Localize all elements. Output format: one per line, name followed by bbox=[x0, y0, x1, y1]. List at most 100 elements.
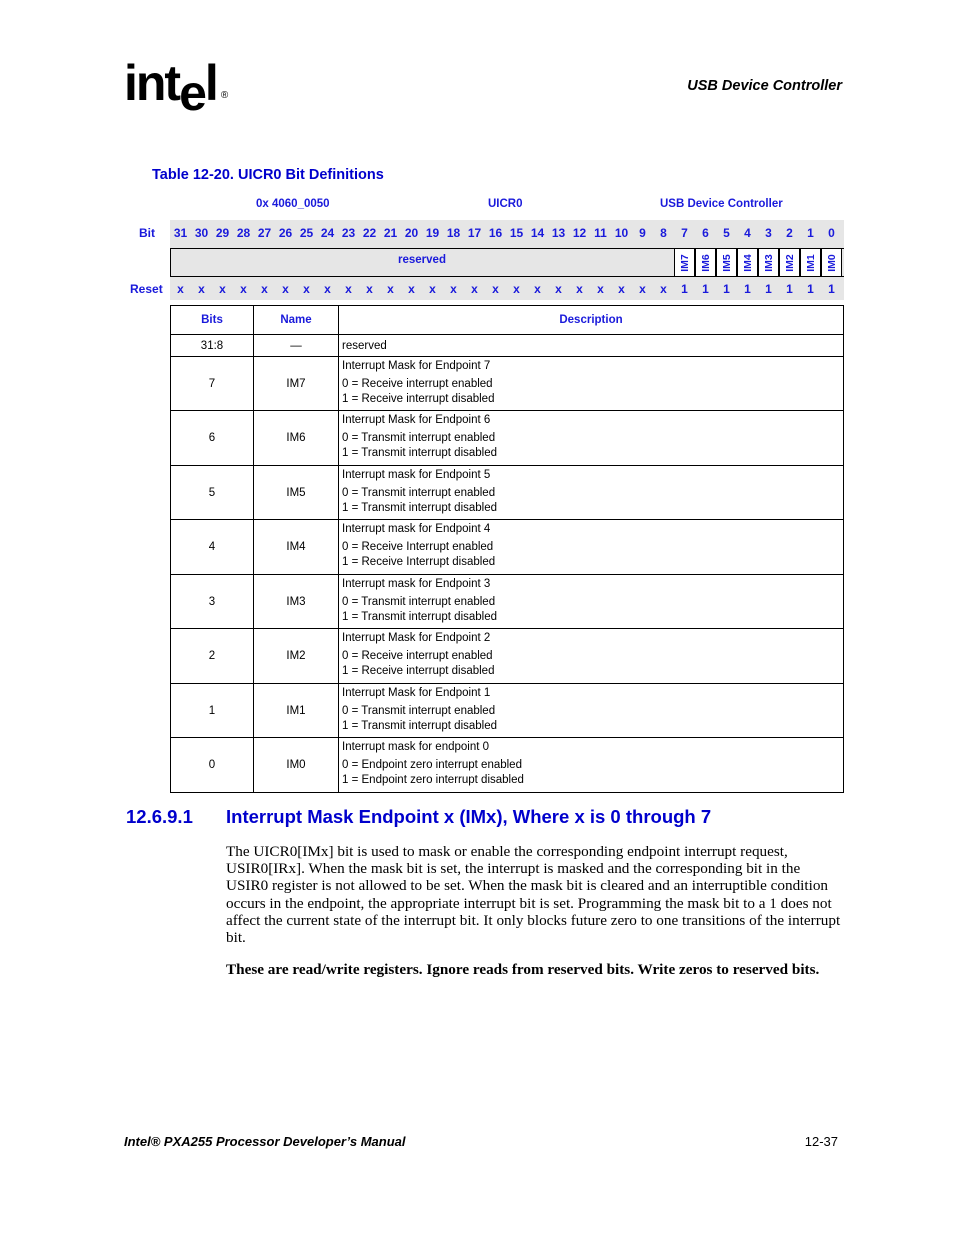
bit-number: 12 bbox=[572, 226, 587, 240]
reset-value: x bbox=[303, 282, 310, 296]
value-0: 0 = Transmit interrupt enabled bbox=[342, 487, 496, 499]
reset-value: 1 bbox=[744, 282, 751, 296]
value-0: 0 = Endpoint zero interrupt enabled bbox=[342, 759, 522, 771]
bit-number: 29 bbox=[215, 226, 230, 240]
bit-number: 7 bbox=[681, 226, 688, 240]
col-header-name: Name bbox=[253, 305, 339, 335]
description-title: Interrupt Mask for Endpoint 7 bbox=[342, 360, 491, 372]
bit-number: 14 bbox=[530, 226, 545, 240]
value-0: 0 = Receive interrupt enabled bbox=[342, 378, 493, 390]
reset-value: x bbox=[660, 282, 667, 296]
reset-value: x bbox=[639, 282, 646, 296]
table-header-row: Bits Name Description bbox=[170, 305, 844, 335]
description-title: Interrupt Mask for Endpoint 2 bbox=[342, 632, 491, 644]
cell-name: — bbox=[253, 334, 339, 357]
cell-description: reserved bbox=[338, 334, 844, 357]
value-1: 1 = Receive interrupt disabled bbox=[342, 392, 495, 405]
description-title: Interrupt mask for Endpoint 3 bbox=[342, 578, 491, 590]
cell-name: IM3 bbox=[253, 574, 339, 629]
description-values: 0 = Endpoint zero interrupt enabled 1 = E… bbox=[342, 758, 843, 787]
reset-value: x bbox=[576, 282, 583, 296]
cell-description: Interrupt mask for Endpoint 3 0 = Transmi… bbox=[338, 574, 844, 629]
reset-value: x bbox=[597, 282, 604, 296]
value-0: 0 = Transmit interrupt enabled bbox=[342, 705, 496, 717]
value-1: 1 = Transmit interrupt disabled bbox=[342, 446, 498, 459]
description-values: 0 = Receive interrupt enabled 1 = Receive… bbox=[342, 377, 843, 406]
bit-definitions-table: Bits Name Description 31:8 — reserved 7 … bbox=[170, 305, 844, 793]
bit-number: 21 bbox=[383, 226, 398, 240]
bit-number: 1 bbox=[807, 226, 814, 240]
cell-bits: 31:8 bbox=[170, 334, 254, 357]
value-1: 1 = Endpoint zero interrupt disabled bbox=[342, 773, 524, 786]
reset-value: 1 bbox=[828, 282, 835, 296]
bit-number: 10 bbox=[614, 226, 629, 240]
description-values: 0 = Receive interrupt enabled 1 = Receive… bbox=[342, 649, 843, 678]
section-paragraph: The UICR0[IMx] bit is used to mask or en… bbox=[226, 843, 841, 947]
bit-number: 16 bbox=[488, 226, 503, 240]
reset-value: x bbox=[450, 282, 457, 296]
table-row: 0 IM0 Interrupt mask for endpoint 0 0 = E… bbox=[170, 737, 844, 793]
logo-text-e: e bbox=[179, 65, 207, 121]
reset-value: 1 bbox=[702, 282, 709, 296]
cell-description: Interrupt Mask for Endpoint 1 0 = Transmi… bbox=[338, 683, 844, 738]
description-values: 0 = Transmit interrupt enabled 1 = Transm… bbox=[342, 704, 843, 733]
running-header: USB Device Controller bbox=[687, 78, 842, 94]
reset-value: x bbox=[513, 282, 520, 296]
cell-bits: 5 bbox=[170, 465, 254, 520]
description-title: Interrupt Mask for Endpoint 1 bbox=[342, 687, 491, 699]
reset-value: x bbox=[492, 282, 499, 296]
bit-number: 23 bbox=[341, 226, 356, 240]
value-0: 0 = Transmit interrupt enabled bbox=[342, 596, 496, 608]
reset-value: x bbox=[198, 282, 205, 296]
bit-number: 15 bbox=[509, 226, 524, 240]
reset-value: x bbox=[366, 282, 373, 296]
cell-name: IM5 bbox=[253, 465, 339, 520]
cell-bits: 2 bbox=[170, 628, 254, 684]
cell-bits: 6 bbox=[170, 410, 254, 466]
reset-value: x bbox=[534, 282, 541, 296]
description-title: Interrupt mask for Endpoint 4 bbox=[342, 523, 491, 535]
bit-number: 5 bbox=[723, 226, 730, 240]
im-field-cell: IM5 bbox=[716, 248, 737, 277]
section-note: These are read/write registers. Ignore r… bbox=[226, 961, 820, 978]
description-values: 0 = Transmit interrupt enabled 1 = Transm… bbox=[342, 486, 843, 515]
table-title: Table 12-20. UICR0 Bit Definitions bbox=[152, 167, 384, 183]
description-values: 0 = Transmit interrupt enabled 1 = Transm… bbox=[342, 431, 843, 460]
reset-row-label: Reset bbox=[130, 282, 163, 296]
bit-number: 20 bbox=[404, 226, 419, 240]
reserved-field: reserved bbox=[398, 254, 446, 266]
cell-description: Interrupt mask for Endpoint 5 0 = Transmi… bbox=[338, 465, 844, 520]
bit-number: 13 bbox=[551, 226, 566, 240]
bit-number: 11 bbox=[594, 226, 607, 240]
bit-number: 22 bbox=[362, 226, 377, 240]
reset-value: x bbox=[471, 282, 478, 296]
register-unit: USB Device Controller bbox=[660, 198, 783, 210]
reset-value: x bbox=[408, 282, 415, 296]
footer-page-number: 12-37 bbox=[804, 1134, 838, 1149]
table-row: 31:8 — reserved bbox=[170, 334, 844, 357]
logo-text: int bbox=[124, 55, 181, 111]
cell-bits: 3 bbox=[170, 574, 254, 629]
reset-value: x bbox=[240, 282, 247, 296]
cell-name: IM6 bbox=[253, 410, 339, 466]
im-field-label: IM5 bbox=[720, 253, 733, 272]
logo-text-l: l bbox=[204, 55, 219, 111]
bit-number: 4 bbox=[744, 226, 751, 240]
reset-value: x bbox=[345, 282, 352, 296]
description-title: Interrupt Mask for Endpoint 6 bbox=[342, 414, 491, 426]
cell-bits: 7 bbox=[170, 356, 254, 411]
bit-number: 2 bbox=[786, 226, 793, 240]
footer-manual-title: Intel® PXA255 Processor Developer’s Manu… bbox=[124, 1134, 406, 1149]
value-0: 0 = Receive interrupt enabled bbox=[342, 650, 493, 662]
cell-name: IM2 bbox=[253, 628, 339, 684]
bit-number: 19 bbox=[425, 226, 440, 240]
bit-row-label: Bit bbox=[139, 226, 155, 240]
cell-description: Interrupt mask for endpoint 0 0 = Endpoin… bbox=[338, 737, 844, 793]
im-field-label: IM2 bbox=[783, 253, 796, 272]
description-values: 0 = Transmit interrupt enabled 1 = Transm… bbox=[342, 595, 843, 624]
reset-value: x bbox=[177, 282, 184, 296]
reset-value: 1 bbox=[681, 282, 688, 296]
section-title: Interrupt Mask Endpoint x (IMx), Where x… bbox=[226, 806, 712, 827]
cell-bits: 4 bbox=[170, 519, 254, 575]
section-number: 12.6.9.1 bbox=[126, 806, 193, 827]
